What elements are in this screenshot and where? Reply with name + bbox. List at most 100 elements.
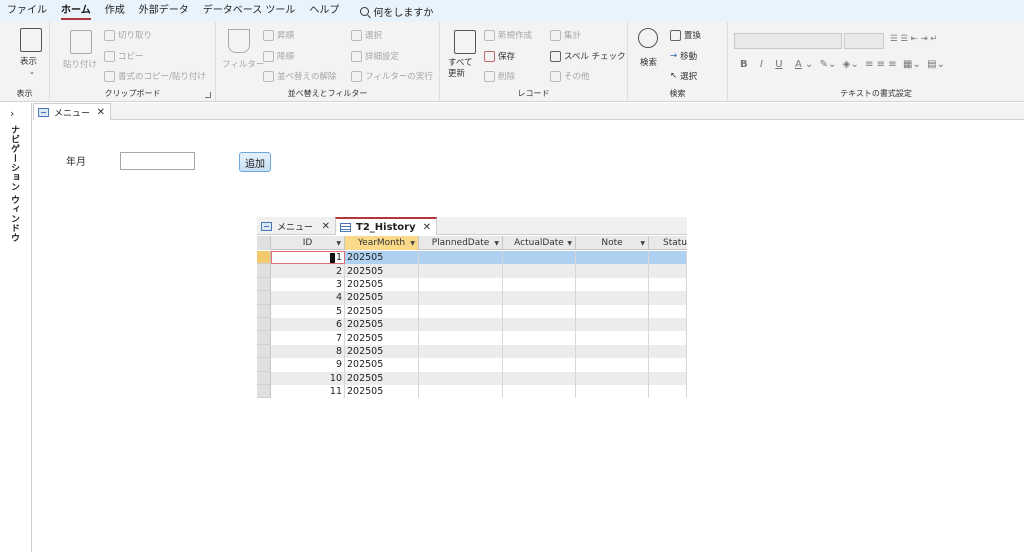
close-icon[interactable]: ✕: [97, 107, 105, 118]
cell-planneddate[interactable]: [419, 264, 503, 278]
paste-button[interactable]: 貼り付け: [63, 58, 97, 70]
cell-status[interactable]: [649, 371, 687, 385]
cell-planneddate[interactable]: [419, 385, 503, 399]
record-selector[interactable]: [257, 251, 271, 265]
dropdown-arrow-icon[interactable]: ▼: [640, 240, 645, 247]
cell-actualdate[interactable]: [503, 318, 576, 332]
sort-ascending-button[interactable]: 昇順: [263, 29, 294, 41]
cell-actualdate[interactable]: [503, 304, 576, 318]
table-row[interactable]: 3 202505: [257, 277, 687, 292]
more-button[interactable]: その他: [550, 70, 590, 82]
cell-actualdate[interactable]: [503, 371, 576, 385]
cell-id[interactable]: 11: [271, 385, 345, 399]
record-selector[interactable]: [257, 331, 271, 345]
cell-id[interactable]: 5: [271, 304, 345, 318]
menu-database-tools[interactable]: データベース ツール: [196, 0, 303, 22]
column-header-note[interactable]: Note ▼: [576, 236, 649, 250]
cell-status[interactable]: [649, 264, 687, 278]
cell-yearmonth[interactable]: 202505: [345, 385, 419, 399]
cell-yearmonth[interactable]: 202505: [345, 304, 419, 318]
cell-actualdate[interactable]: [503, 291, 576, 305]
cell-id[interactable]: 8: [271, 344, 345, 359]
copy-button[interactable]: コピー: [104, 50, 144, 62]
tab-t2-history[interactable]: T2_History ✕: [335, 217, 437, 235]
cell-note[interactable]: [576, 277, 649, 292]
chevron-right-icon[interactable]: ›: [10, 107, 14, 120]
cell-planneddate[interactable]: [419, 344, 503, 359]
table-row[interactable]: 10 202505: [257, 371, 687, 385]
advanced-filter-button[interactable]: 詳細設定: [351, 50, 399, 62]
record-selector[interactable]: [257, 358, 271, 372]
cell-yearmonth[interactable]: 202505: [345, 371, 419, 385]
cell-status[interactable]: [649, 318, 687, 332]
menu-external-data[interactable]: 外部データ: [132, 0, 196, 22]
cell-planneddate[interactable]: [419, 358, 503, 372]
dropdown-arrow-icon[interactable]: ▼: [336, 240, 341, 247]
cell-id[interactable]: 7: [271, 331, 345, 345]
cell-id[interactable]: 3: [271, 277, 345, 292]
cell-yearmonth[interactable]: 202505: [345, 331, 419, 345]
format-painter-button[interactable]: 書式のコピー/貼り付け: [104, 70, 206, 82]
column-header-planneddate[interactable]: PlannedDate ▼: [419, 236, 503, 250]
cell-yearmonth[interactable]: 202505: [345, 291, 419, 305]
cell-status[interactable]: [649, 304, 687, 318]
close-icon[interactable]: ✕: [423, 222, 431, 233]
replace-button[interactable]: 置換: [670, 29, 701, 41]
cell-id[interactable]: 10: [271, 371, 345, 385]
table-row[interactable]: 1 202505: [257, 251, 687, 265]
cell-actualdate[interactable]: [503, 358, 576, 372]
close-icon[interactable]: ✕: [322, 221, 330, 232]
cell-yearmonth[interactable]: 202505: [345, 277, 419, 292]
tab-menu-inner[interactable]: メニュー ✕: [257, 217, 335, 235]
record-selector[interactable]: [257, 344, 271, 359]
dropdown-arrow-icon[interactable]: ▼: [567, 240, 572, 247]
view-button[interactable]: 表示: [20, 55, 37, 67]
column-header-actualdate[interactable]: ActualDate ▼: [503, 236, 576, 250]
column-header-status[interactable]: Statu: [649, 236, 699, 250]
list-format-icons[interactable]: ☰ ☰ ⇤ ⇥ ↵: [890, 34, 937, 44]
font-size-select[interactable]: [844, 33, 884, 49]
record-selector[interactable]: [257, 264, 271, 278]
filter-button[interactable]: フィルター: [222, 58, 264, 70]
cell-yearmonth[interactable]: 202505: [345, 251, 419, 265]
cell-actualdate[interactable]: [503, 331, 576, 345]
font-name-select[interactable]: [734, 33, 842, 49]
cell-note[interactable]: [576, 291, 649, 305]
cell-id[interactable]: 4: [271, 291, 345, 305]
cell-note[interactable]: [576, 251, 649, 265]
column-header-id[interactable]: ID ▼: [271, 236, 345, 250]
cell-actualdate[interactable]: [503, 344, 576, 359]
menu-home[interactable]: ホーム: [54, 0, 98, 22]
cell-id[interactable]: 6: [271, 318, 345, 332]
find-button[interactable]: 検索: [640, 56, 657, 68]
record-selector[interactable]: [257, 371, 271, 385]
column-header-yearmonth[interactable]: YearMonth ▼: [345, 236, 419, 250]
month-input[interactable]: [120, 152, 195, 170]
menu-help[interactable]: ヘルプ: [302, 0, 346, 22]
cell-planneddate[interactable]: [419, 318, 503, 332]
remove-sort-button[interactable]: 並べ替えの解除: [263, 70, 337, 82]
cell-note[interactable]: [576, 264, 649, 278]
record-selector[interactable]: [257, 304, 271, 318]
cell-actualdate[interactable]: [503, 251, 576, 265]
cell-actualdate[interactable]: [503, 277, 576, 292]
cell-planneddate[interactable]: [419, 277, 503, 292]
cell-planneddate[interactable]: [419, 304, 503, 318]
text-style-icons[interactable]: B I U A ⌄ ✎⌄ ◈⌄ ≡ ≡ ≡ ▦⌄ ▤⌄: [740, 59, 945, 70]
add-button[interactable]: 追加: [239, 152, 271, 172]
cell-note[interactable]: [576, 358, 649, 372]
dropdown-arrow-icon[interactable]: ▼: [494, 240, 499, 247]
delete-button[interactable]: 削除: [484, 70, 515, 82]
menu-create[interactable]: 作成: [98, 0, 132, 22]
toggle-filter-button[interactable]: フィルターの実行: [351, 70, 433, 82]
cell-status[interactable]: [649, 291, 687, 305]
table-row[interactable]: 9 202505: [257, 358, 687, 372]
table-row[interactable]: 7 202505: [257, 331, 687, 345]
cell-yearmonth[interactable]: 202505: [345, 318, 419, 332]
cell-note[interactable]: [576, 304, 649, 318]
table-row[interactable]: 4 202505: [257, 291, 687, 305]
save-button[interactable]: 保存: [484, 50, 515, 62]
cell-id[interactable]: 2: [271, 264, 345, 278]
cell-actualdate[interactable]: [503, 264, 576, 278]
refresh-all-button[interactable]: すべて更新: [448, 58, 480, 80]
